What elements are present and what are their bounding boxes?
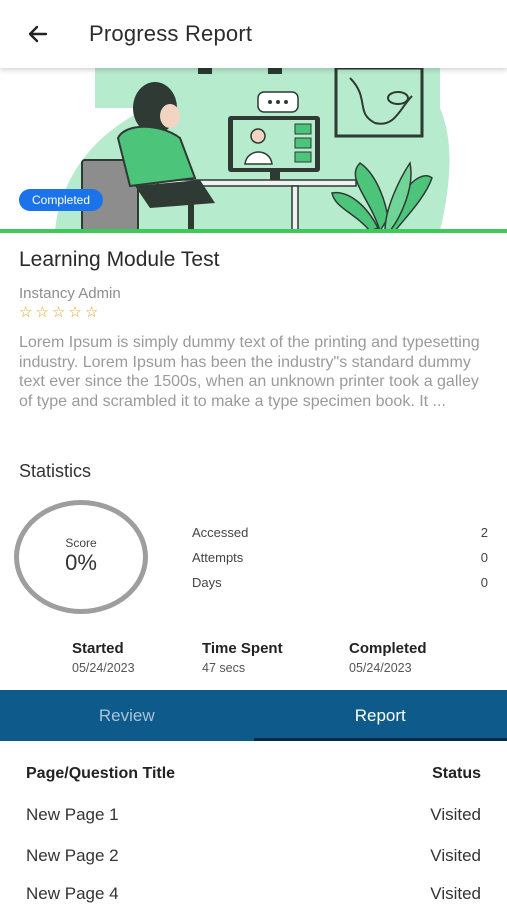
star-icon: ☆ <box>35 305 48 321</box>
row-status: Visited <box>430 884 481 904</box>
course-title: Learning Module Test <box>19 248 489 272</box>
time-spent-value: 47 secs <box>202 661 283 675</box>
stat-row-days: Days 0 <box>192 575 488 590</box>
stat-row-attempts: Attempts 0 <box>192 550 488 565</box>
star-icon: ☆ <box>85 305 98 321</box>
score-label: Score <box>14 536 148 550</box>
statistics-heading: Statistics <box>19 461 489 482</box>
stat-value: 0 <box>481 550 488 565</box>
course-author: Instancy Admin <box>19 285 489 302</box>
row-status: Visited <box>430 805 481 825</box>
completed-column: Completed 05/24/2023 <box>349 640 427 675</box>
row-title: New Page 2 <box>26 846 119 866</box>
progress-bar <box>0 229 507 233</box>
time-spent-label: Time Spent <box>202 640 283 657</box>
star-icon: ☆ <box>68 305 81 321</box>
column-title-header: Page/Question Title <box>26 765 175 783</box>
arrow-left-icon <box>26 22 50 46</box>
stat-label: Attempts <box>192 550 243 565</box>
completed-value: 05/24/2023 <box>349 661 427 675</box>
started-column: Started 05/24/2023 <box>72 640 135 675</box>
table-row[interactable]: New Page 4 Visited <box>26 884 481 904</box>
stat-label: Days <box>192 575 222 590</box>
back-button[interactable] <box>20 16 56 52</box>
table-row[interactable]: New Page 1 Visited <box>26 805 481 825</box>
column-status-header: Status <box>432 765 481 783</box>
stat-value: 0 <box>481 575 488 590</box>
stat-label: Accessed <box>192 525 248 540</box>
rating-stars: ☆ ☆ ☆ ☆ ☆ <box>19 305 489 321</box>
star-icon: ☆ <box>52 305 65 321</box>
table-header: Page/Question Title Status <box>26 765 481 783</box>
started-value: 05/24/2023 <box>72 661 135 675</box>
score-value: 0% <box>14 550 148 576</box>
time-spent-column: Time Spent 47 secs <box>202 640 283 675</box>
row-status: Visited <box>430 846 481 866</box>
tab-bar: Review Report <box>0 690 507 741</box>
tab-review[interactable]: Review <box>0 690 254 741</box>
page-title: Progress Report <box>89 21 252 47</box>
table-row[interactable]: New Page 2 Visited <box>26 846 481 866</box>
started-label: Started <box>72 640 135 657</box>
stat-value: 2 <box>481 525 488 540</box>
stat-row-accessed: Accessed 2 <box>192 525 488 540</box>
course-description: Lorem Ipsum is simply dummy text of the … <box>19 333 487 411</box>
star-icon: ☆ <box>19 305 32 321</box>
row-title: New Page 4 <box>26 884 119 904</box>
completed-label: Completed <box>349 640 427 657</box>
row-title: New Page 1 <box>26 805 119 825</box>
app-header: Progress Report <box>0 0 507 68</box>
tab-report[interactable]: Report <box>254 690 507 741</box>
status-badge: Completed <box>19 189 103 211</box>
